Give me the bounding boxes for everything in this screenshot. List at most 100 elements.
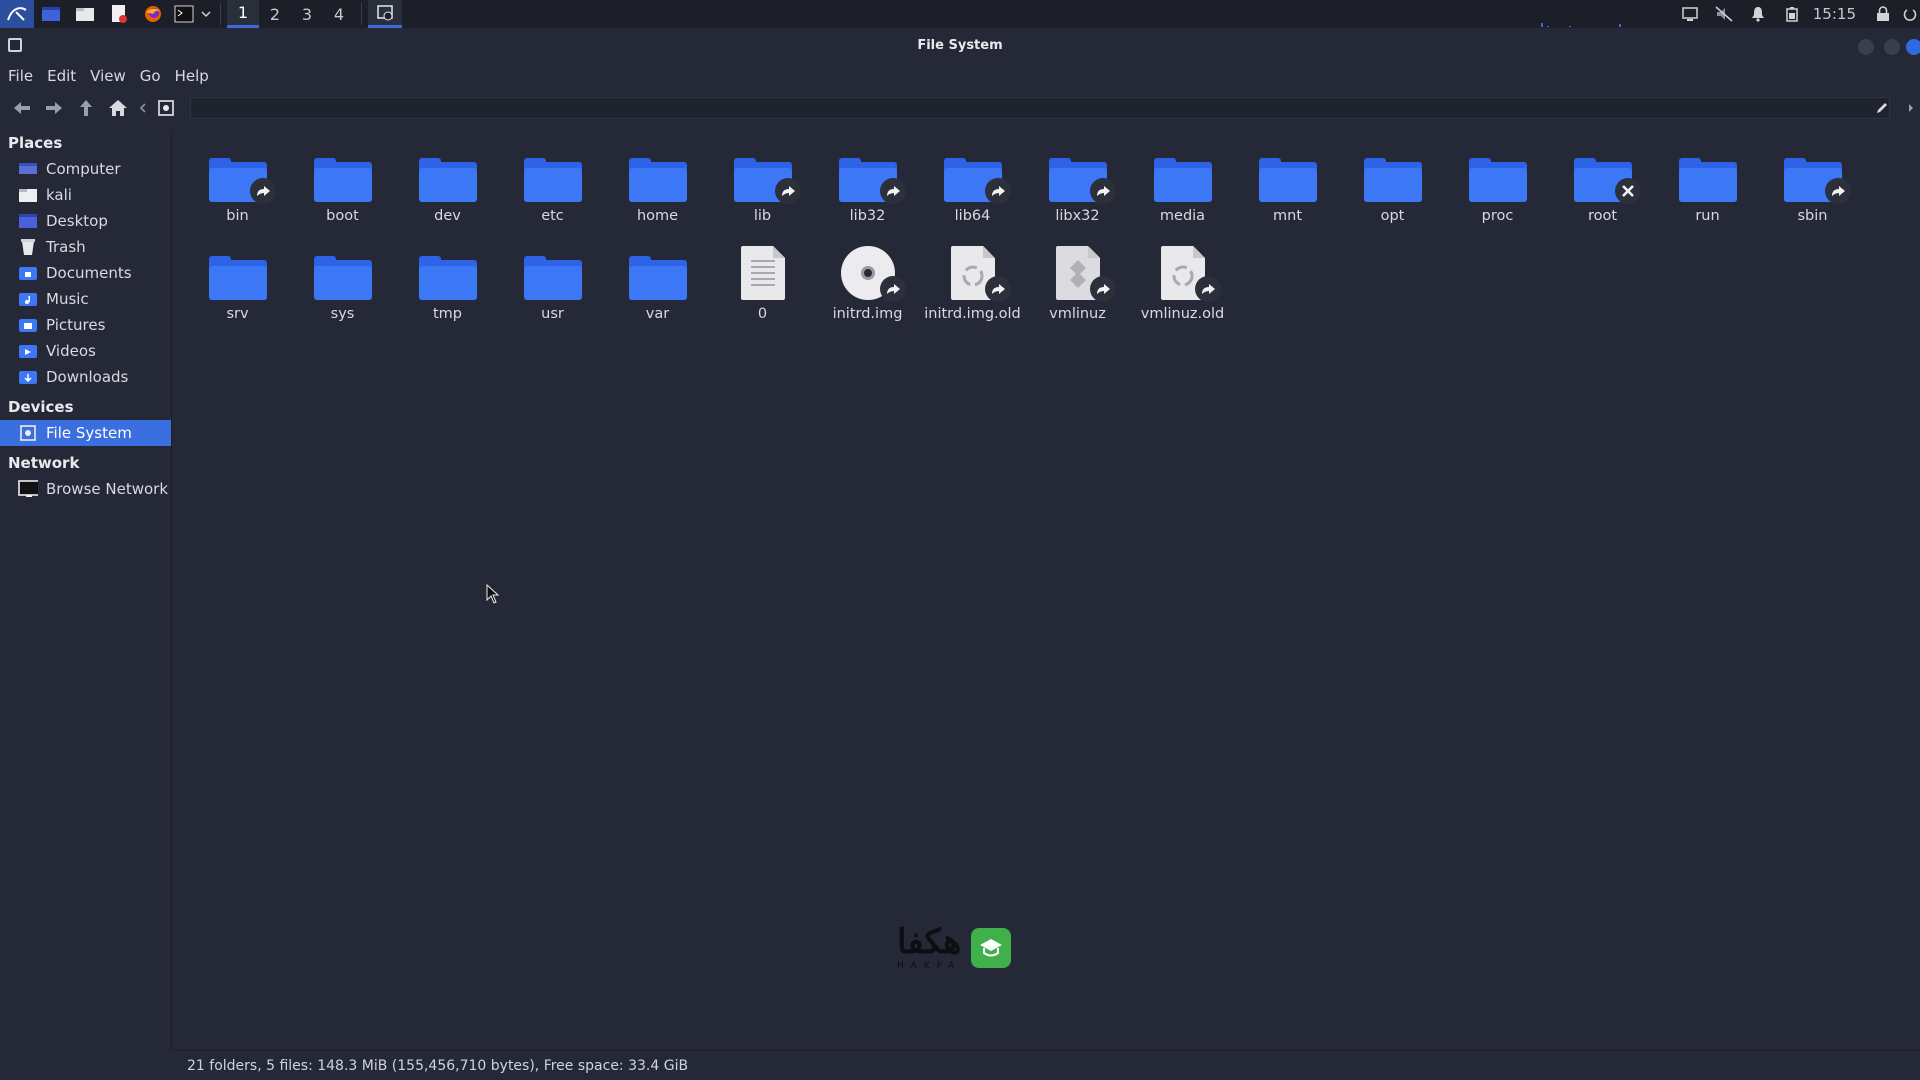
folder-item[interactable]: bin xyxy=(185,142,290,240)
sidebar-item-label: Documents xyxy=(46,264,132,282)
folder-item[interactable]: opt xyxy=(1340,142,1445,240)
sidebar-item-music[interactable]: Music xyxy=(0,286,171,312)
item-icon xyxy=(311,142,375,202)
sidebar-item-kali[interactable]: kali xyxy=(0,182,171,208)
location-bar[interactable] xyxy=(190,97,1890,119)
workspace-4[interactable]: 4 xyxy=(323,0,355,28)
symlink-arrow-icon xyxy=(984,276,1011,302)
sidebar-item-label: Trash xyxy=(46,238,86,256)
folder-item[interactable]: tmp xyxy=(395,240,500,338)
power-icon[interactable] xyxy=(1900,0,1920,28)
sidebar-item-downloads[interactable]: Downloads xyxy=(0,364,171,390)
file-item[interactable]: initrd.img.old xyxy=(920,240,1025,338)
file-view[interactable]: bin boot dev etc home lib lib32 lib64 libx32 medi… xyxy=(173,130,1920,1050)
item-icon xyxy=(1781,142,1851,204)
firefox-icon[interactable] xyxy=(136,0,170,28)
sidebar-item-trash[interactable]: Trash xyxy=(0,234,171,260)
file-item[interactable]: vmlinuz xyxy=(1025,240,1130,338)
sidebar-item-file-system[interactable]: File System xyxy=(0,420,171,446)
workspace-1[interactable]: 1 xyxy=(227,0,259,28)
folder-item[interactable]: run xyxy=(1655,142,1760,240)
toolbar-overflow-icon[interactable] xyxy=(1904,98,1918,118)
file-item[interactable]: 0 xyxy=(710,240,815,338)
sidebar-item-label: Music xyxy=(46,290,89,308)
item-icon xyxy=(1046,240,1116,302)
folder-item[interactable]: sys xyxy=(290,240,395,338)
back-button[interactable] xyxy=(6,93,38,123)
music-folder-icon xyxy=(18,291,38,307)
kali-menu-icon[interactable] xyxy=(0,0,34,28)
folder-icon xyxy=(208,256,267,300)
folder-item[interactable]: root xyxy=(1550,142,1655,240)
close-button[interactable] xyxy=(1906,39,1920,55)
folder-item[interactable]: libx32 xyxy=(1025,142,1130,240)
symlink-arrow-icon xyxy=(1089,178,1116,204)
item-label: vmlinuz.old xyxy=(1140,306,1225,322)
item-label: boot xyxy=(326,208,359,224)
file-manager-launcher-icon[interactable] xyxy=(68,0,102,28)
folder-item[interactable]: usr xyxy=(500,240,605,338)
taskbar-file-manager-icon[interactable] xyxy=(368,0,402,28)
folder-item[interactable]: var xyxy=(605,240,710,338)
folder-item[interactable]: sbin xyxy=(1760,142,1865,240)
folder-item[interactable]: lib xyxy=(710,142,815,240)
home-folder-icon xyxy=(18,187,38,203)
sidebar-item-videos[interactable]: Videos xyxy=(0,338,171,364)
menu-edit[interactable]: Edit xyxy=(47,67,84,85)
edit-location-icon[interactable] xyxy=(1870,98,1894,118)
folder-item[interactable]: home xyxy=(605,142,710,240)
graduation-cap-icon xyxy=(971,928,1012,968)
drive-icon xyxy=(18,425,38,441)
folder-item[interactable]: proc xyxy=(1445,142,1550,240)
folder-item[interactable]: lib64 xyxy=(920,142,1025,240)
window-titlebar[interactable]: File System xyxy=(0,28,1920,64)
file-item[interactable]: initrd.img xyxy=(815,240,920,338)
sidebar-item-desktop[interactable]: Desktop xyxy=(0,208,171,234)
path-root-button[interactable] xyxy=(152,93,180,123)
lock-screen-icon[interactable] xyxy=(1866,0,1900,28)
menubar: File Edit View Go Help xyxy=(0,64,1920,88)
folder-icon xyxy=(628,256,687,300)
menu-help[interactable]: Help xyxy=(175,67,217,85)
parent-folder-button[interactable] xyxy=(70,93,102,123)
folder-item[interactable]: boot xyxy=(290,142,395,240)
clock[interactable]: 15:15 xyxy=(1809,5,1866,23)
minimize-button[interactable] xyxy=(1858,39,1874,55)
sidebar-item-browse-network[interactable]: Browse Network xyxy=(0,476,171,502)
workspace-2[interactable]: 2 xyxy=(259,0,291,28)
workspace-3[interactable]: 3 xyxy=(291,0,323,28)
folder-item[interactable]: mnt xyxy=(1235,142,1340,240)
folder-item[interactable]: media xyxy=(1130,142,1235,240)
folder-item[interactable]: etc xyxy=(500,142,605,240)
menu-go[interactable]: Go xyxy=(140,67,169,85)
sidebar-item-documents[interactable]: Documents xyxy=(0,260,171,286)
show-desktop-icon[interactable] xyxy=(34,0,68,28)
folder-item[interactable]: lib32 xyxy=(815,142,920,240)
item-label: usr xyxy=(541,306,564,322)
maximize-button[interactable] xyxy=(1884,39,1900,55)
file-item[interactable]: vmlinuz.old xyxy=(1130,240,1235,338)
display-icon[interactable] xyxy=(1673,0,1707,28)
sidebar-item-pictures[interactable]: Pictures xyxy=(0,312,171,338)
volume-muted-icon[interactable] xyxy=(1707,0,1741,28)
path-scroll-left-icon[interactable] xyxy=(134,93,152,123)
forward-button[interactable] xyxy=(38,93,70,123)
folder-item[interactable]: dev xyxy=(395,142,500,240)
item-label: proc xyxy=(1481,208,1514,224)
computer-icon xyxy=(18,161,38,177)
sidebar-item-computer[interactable]: Computer xyxy=(0,156,171,182)
menu-file[interactable]: File xyxy=(8,67,41,85)
item-label: lib32 xyxy=(849,208,886,224)
item-icon xyxy=(626,240,690,300)
item-label: srv xyxy=(226,306,249,322)
launcher-dropdown-icon[interactable] xyxy=(198,0,214,28)
notifications-bell-icon[interactable] xyxy=(1741,0,1775,28)
text-editor-launcher-icon[interactable] xyxy=(102,0,136,28)
panel-separator xyxy=(220,3,221,25)
item-icon xyxy=(1151,142,1215,202)
folder-item[interactable]: srv xyxy=(185,240,290,338)
battery-icon[interactable] xyxy=(1775,0,1809,28)
home-button[interactable] xyxy=(102,93,134,123)
menu-view[interactable]: View xyxy=(90,67,134,85)
terminal-launcher-icon[interactable] xyxy=(170,0,198,28)
